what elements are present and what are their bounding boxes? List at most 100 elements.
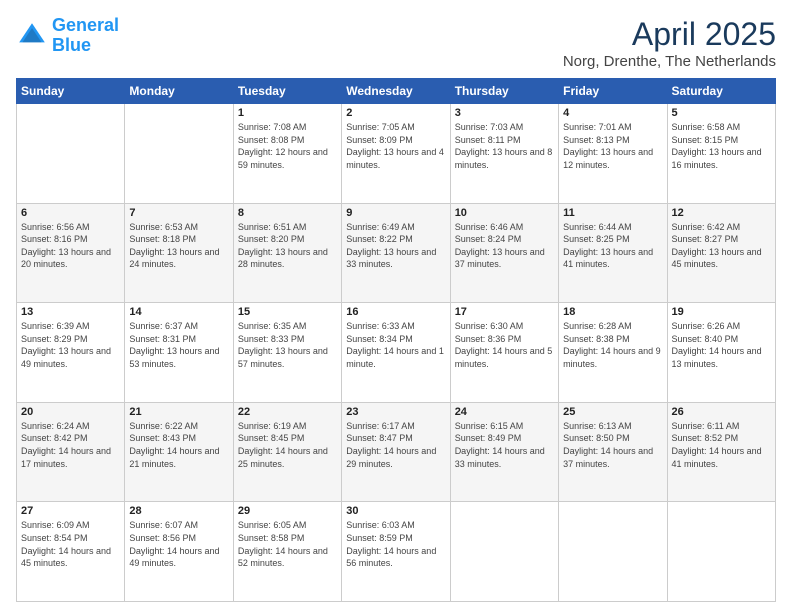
calendar-cell: 9Sunrise: 6:49 AMSunset: 8:22 PMDaylight… [342, 203, 450, 303]
calendar-cell: 21 Sunrise: 6:22 AMSunset: 8:43 PMDayligh… [125, 402, 233, 502]
day-number: 4 [563, 107, 662, 119]
day-detail: Sunrise: 7:05 AMSunset: 8:09 PMDaylight:… [346, 121, 445, 171]
day-detail: Sunrise: 6:30 AMSunset: 8:36 PMDaylight:… [455, 320, 554, 370]
day-detail: Sunrise: 6:53 AMSunset: 8:18 PMDaylight:… [129, 221, 228, 271]
day-number: 24 [455, 406, 554, 418]
day-number: 9 [346, 207, 445, 219]
day-detail: Sunrise: 6:13 AMSunset: 8:50 PMDaylight:… [563, 420, 662, 470]
day-number: 10 [455, 207, 554, 219]
calendar-body: 1Sunrise: 7:08 AMSunset: 8:08 PMDaylight… [17, 104, 776, 602]
day-detail: Sunrise: 6:09 AMSunset: 8:54 PMDaylight:… [21, 519, 120, 569]
day-number: 13 [21, 306, 120, 318]
calendar-cell: 1Sunrise: 7:08 AMSunset: 8:08 PMDaylight… [233, 104, 341, 204]
day-number: 17 [455, 306, 554, 318]
calendar-cell: 11 Sunrise: 6:44 AMSunset: 8:25 PMDayligh… [559, 203, 667, 303]
day-detail: Sunrise: 6:26 AMSunset: 8:40 PMDaylight:… [672, 320, 771, 370]
col-sunday: Sunday [17, 79, 125, 104]
col-saturday: Saturday [667, 79, 775, 104]
calendar-cell: 16Sunrise: 6:33 AMSunset: 8:34 PMDayligh… [342, 303, 450, 403]
day-detail: Sunrise: 6:22 AMSunset: 8:43 PMDaylight:… [129, 420, 228, 470]
col-thursday: Thursday [450, 79, 558, 104]
calendar-cell: 22 Sunrise: 6:19 AMSunset: 8:45 PMDayligh… [233, 402, 341, 502]
calendar-cell: 6 Sunrise: 6:56 AMSunset: 8:16 PMDaylight… [17, 203, 125, 303]
calendar-week-3: 20 Sunrise: 6:24 AMSunset: 8:42 PMDayligh… [17, 402, 776, 502]
calendar-cell: 12 Sunrise: 6:42 AMSunset: 8:27 PMDayligh… [667, 203, 775, 303]
day-number: 22 [238, 406, 337, 418]
day-number: 30 [346, 505, 445, 517]
day-detail: Sunrise: 6:51 AMSunset: 8:20 PMDaylight:… [238, 221, 337, 271]
calendar-cell [667, 502, 775, 602]
logo-icon [16, 20, 48, 52]
subtitle: Norg, Drenthe, The Netherlands [563, 53, 776, 70]
calendar-cell: 20 Sunrise: 6:24 AMSunset: 8:42 PMDayligh… [17, 402, 125, 502]
col-monday: Monday [125, 79, 233, 104]
day-number: 11 [563, 207, 662, 219]
day-number: 19 [672, 306, 771, 318]
day-detail: Sunrise: 6:35 AMSunset: 8:33 PMDaylight:… [238, 320, 337, 370]
day-number: 18 [563, 306, 662, 318]
calendar-cell: 15Sunrise: 6:35 AMSunset: 8:33 PMDayligh… [233, 303, 341, 403]
calendar-cell: 26 Sunrise: 6:11 AMSunset: 8:52 PMDayligh… [667, 402, 775, 502]
day-number: 14 [129, 306, 228, 318]
day-number: 2 [346, 107, 445, 119]
calendar-week-1: 6 Sunrise: 6:56 AMSunset: 8:16 PMDaylight… [17, 203, 776, 303]
day-number: 6 [21, 207, 120, 219]
calendar-cell: 14 Sunrise: 6:37 AMSunset: 8:31 PMDayligh… [125, 303, 233, 403]
title-block: April 2025 Norg, Drenthe, The Netherland… [563, 16, 776, 70]
header: General Blue April 2025 Norg, Drenthe, T… [16, 16, 776, 70]
day-detail: Sunrise: 7:08 AMSunset: 8:08 PMDaylight:… [238, 121, 337, 171]
day-number: 12 [672, 207, 771, 219]
day-detail: Sunrise: 7:01 AMSunset: 8:13 PMDaylight:… [563, 121, 662, 171]
calendar-week-2: 13 Sunrise: 6:39 AMSunset: 8:29 PMDayligh… [17, 303, 776, 403]
calendar-cell: 30 Sunrise: 6:03 AMSunset: 8:59 PMDayligh… [342, 502, 450, 602]
day-detail: Sunrise: 6:28 AMSunset: 8:38 PMDaylight:… [563, 320, 662, 370]
calendar-cell: 28 Sunrise: 6:07 AMSunset: 8:56 PMDayligh… [125, 502, 233, 602]
day-number: 27 [21, 505, 120, 517]
day-detail: Sunrise: 7:03 AMSunset: 8:11 PMDaylight:… [455, 121, 554, 171]
day-detail: Sunrise: 6:44 AMSunset: 8:25 PMDaylight:… [563, 221, 662, 271]
page: General Blue April 2025 Norg, Drenthe, T… [0, 0, 792, 612]
calendar-cell [125, 104, 233, 204]
day-detail: Sunrise: 6:39 AMSunset: 8:29 PMDaylight:… [21, 320, 120, 370]
day-detail: Sunrise: 6:24 AMSunset: 8:42 PMDaylight:… [21, 420, 120, 470]
day-detail: Sunrise: 6:17 AMSunset: 8:47 PMDaylight:… [346, 420, 445, 470]
day-detail: Sunrise: 6:15 AMSunset: 8:49 PMDaylight:… [455, 420, 554, 470]
day-number: 7 [129, 207, 228, 219]
calendar-week-4: 27 Sunrise: 6:09 AMSunset: 8:54 PMDayligh… [17, 502, 776, 602]
day-detail: Sunrise: 6:03 AMSunset: 8:59 PMDaylight:… [346, 519, 445, 569]
col-wednesday: Wednesday [342, 79, 450, 104]
calendar-cell: 3 Sunrise: 7:03 AMSunset: 8:11 PMDaylight… [450, 104, 558, 204]
calendar-cell: 8Sunrise: 6:51 AMSunset: 8:20 PMDaylight… [233, 203, 341, 303]
calendar-cell: 25Sunrise: 6:13 AMSunset: 8:50 PMDayligh… [559, 402, 667, 502]
calendar-cell: 2 Sunrise: 7:05 AMSunset: 8:09 PMDaylight… [342, 104, 450, 204]
calendar-cell: 27 Sunrise: 6:09 AMSunset: 8:54 PMDayligh… [17, 502, 125, 602]
logo-text: General Blue [52, 16, 119, 56]
day-detail: Sunrise: 6:33 AMSunset: 8:34 PMDaylight:… [346, 320, 445, 370]
logo: General Blue [16, 16, 119, 56]
calendar-cell: 7 Sunrise: 6:53 AMSunset: 8:18 PMDaylight… [125, 203, 233, 303]
day-detail: Sunrise: 6:05 AMSunset: 8:58 PMDaylight:… [238, 519, 337, 569]
day-detail: Sunrise: 6:07 AMSunset: 8:56 PMDaylight:… [129, 519, 228, 569]
day-number: 23 [346, 406, 445, 418]
calendar-table: Sunday Monday Tuesday Wednesday Thursday… [16, 78, 776, 602]
calendar-cell: 23 Sunrise: 6:17 AMSunset: 8:47 PMDayligh… [342, 402, 450, 502]
day-detail: Sunrise: 6:42 AMSunset: 8:27 PMDaylight:… [672, 221, 771, 271]
main-title: April 2025 [563, 16, 776, 53]
day-number: 28 [129, 505, 228, 517]
day-detail: Sunrise: 6:37 AMSunset: 8:31 PMDaylight:… [129, 320, 228, 370]
day-number: 3 [455, 107, 554, 119]
calendar-cell: 18 Sunrise: 6:28 AMSunset: 8:38 PMDayligh… [559, 303, 667, 403]
day-number: 26 [672, 406, 771, 418]
day-number: 20 [21, 406, 120, 418]
day-detail: Sunrise: 6:19 AMSunset: 8:45 PMDaylight:… [238, 420, 337, 470]
calendar-cell [17, 104, 125, 204]
calendar-header-row: Sunday Monday Tuesday Wednesday Thursday… [17, 79, 776, 104]
calendar-cell: 17 Sunrise: 6:30 AMSunset: 8:36 PMDayligh… [450, 303, 558, 403]
calendar-cell: 19 Sunrise: 6:26 AMSunset: 8:40 PMDayligh… [667, 303, 775, 403]
day-number: 29 [238, 505, 337, 517]
day-detail: Sunrise: 6:56 AMSunset: 8:16 PMDaylight:… [21, 221, 120, 271]
day-number: 21 [129, 406, 228, 418]
day-detail: Sunrise: 6:58 AMSunset: 8:15 PMDaylight:… [672, 121, 771, 171]
day-detail: Sunrise: 6:11 AMSunset: 8:52 PMDaylight:… [672, 420, 771, 470]
day-number: 5 [672, 107, 771, 119]
